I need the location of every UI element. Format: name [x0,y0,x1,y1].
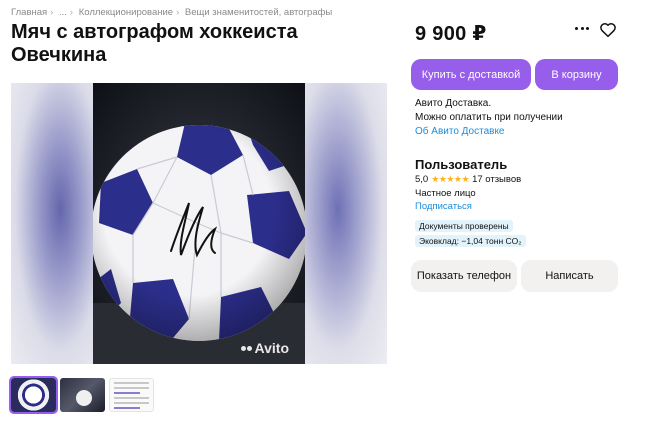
breadcrumb-separator: › [50,7,54,18]
breadcrumb-item-home[interactable]: Главная [11,7,47,18]
heart-outline-icon[interactable] [599,21,617,39]
thumbnail-strip [9,376,154,414]
ball-photo-illustration: открытие [93,83,305,364]
write-message-button[interactable]: Написать [521,260,618,292]
documents-verified-badge: Документы проверены [415,220,513,232]
seller-rating: 5,0 ★★★★★ 17 отзывов [415,174,521,185]
avito-logo-icon [240,345,252,351]
gallery-blur-left [11,83,93,364]
seller-type: Частное лицо [415,188,476,199]
breadcrumb-item-celebrity-items[interactable]: Вещи знаменитостей, автографы [185,7,332,18]
show-phone-button[interactable]: Показать телефон [411,260,517,292]
reviews-link[interactable]: 17 отзывов [472,174,521,185]
about-delivery-link[interactable]: Об Авито Доставке [415,125,563,139]
avito-watermark-label: Avito [254,340,289,356]
thumbnail-3[interactable] [109,378,154,412]
breadcrumb-item-ellipsis[interactable]: ... [59,7,67,18]
breadcrumb-separator: › [69,7,74,18]
rating-value: 5,0 [415,174,429,185]
subscribe-link[interactable]: Подписаться [415,201,472,212]
more-horizontal-icon[interactable] [575,27,589,33]
price: 9 900 ₽ [415,23,487,45]
page-title: Мяч с автографом хоккеиста Овечкина [11,21,298,66]
delivery-line-1: Авито Доставка. [415,98,492,109]
add-to-cart-button[interactable]: В корзину [535,59,618,90]
delivery-line-2: Можно оплатить при получении [415,112,563,123]
seller-name[interactable]: Пользователь [415,157,507,172]
gallery-blur-right [305,83,387,364]
delivery-info: Авито Доставка. Можно оплатить при получ… [415,97,563,139]
image-gallery[interactable]: открытие Avito [11,83,387,364]
thumbnail-2[interactable] [60,378,105,412]
eco-contribution-badge[interactable]: Эковклад: −1,04 тонн CO₂ [415,235,526,247]
buy-with-delivery-button[interactable]: Купить с доставкой [411,59,531,90]
thumbnail-1[interactable] [9,376,58,414]
rating-stars-icon: ★★★★★ [431,174,470,184]
breadcrumb: Главная › ... › Коллекционирование › Вещи з… [11,7,335,18]
breadcrumb-separator: › [176,7,180,18]
breadcrumb-item-collecting[interactable]: Коллекционирование [79,7,173,18]
main-photo[interactable]: открытие Avito [93,83,305,364]
avito-watermark: Avito [240,340,289,356]
